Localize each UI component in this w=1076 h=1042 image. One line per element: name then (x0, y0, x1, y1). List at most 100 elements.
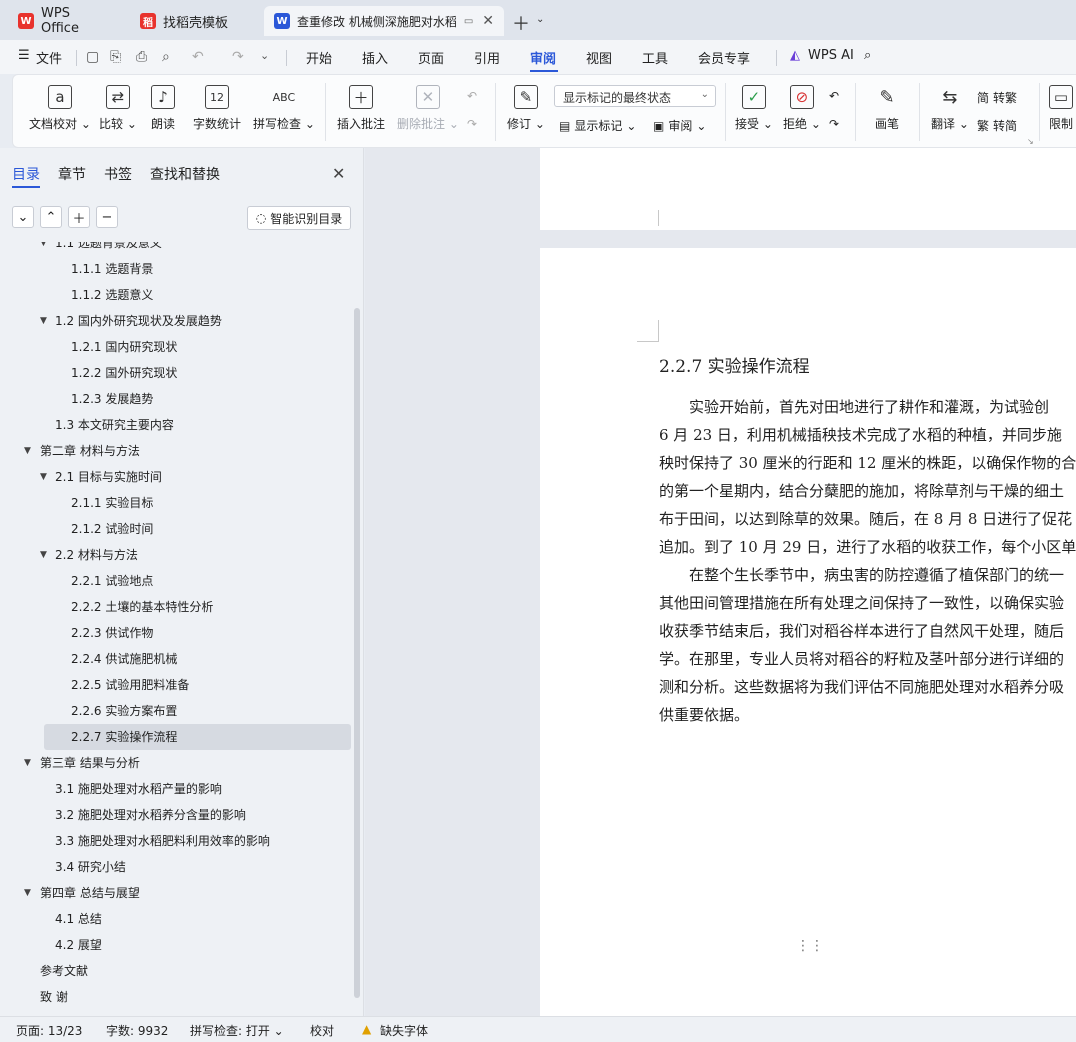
print-preview-icon[interactable]: ⌕ (162, 49, 170, 65)
toc-item[interactable]: ▼ 2.2 材料与方法 (0, 542, 352, 568)
reject-button[interactable]: ⊘ 拒绝 ⌄ (783, 85, 821, 132)
search-icon[interactable]: ⌕ (864, 48, 871, 63)
export-icon[interactable]: ⎘ (110, 49, 121, 65)
menu-member[interactable]: 会员专享 (698, 48, 750, 67)
page-indicator[interactable]: 页面: 13/23 (16, 1022, 82, 1039)
toc-item[interactable]: 4.1 总结 (0, 906, 352, 932)
menu-references[interactable]: 引用 (474, 48, 500, 67)
nav-tab-toc[interactable]: 目录 (12, 164, 40, 184)
expand-triangle-icon[interactable]: ▼ (24, 750, 31, 776)
collapse-down-button[interactable]: ⌄ (12, 206, 34, 228)
markup-state-select[interactable]: 显示标记的最终状态 ⌄ (554, 85, 716, 107)
restrict-button[interactable]: ▭ 限制 (1049, 85, 1073, 132)
delete-comment-button[interactable]: ✕ 删除批注 ⌄ (397, 85, 459, 132)
prev-change-icon[interactable]: ↶ (829, 89, 839, 103)
toc-item[interactable]: 2.2.3 供试作物 (0, 620, 352, 646)
insert-comment-button[interactable]: ＋ 插入批注 (337, 85, 385, 132)
save-icon[interactable]: ▢ (86, 49, 99, 65)
toc-item[interactable]: 2.1.2 试验时间 (0, 516, 352, 542)
toc-item[interactable]: 4.2 展望 (0, 932, 352, 958)
read-aloud-button[interactable]: ♪ 朗读 (151, 85, 175, 132)
toc-item[interactable]: 致 谢 (0, 984, 352, 1010)
next-change-icon[interactable]: ↷ (829, 117, 839, 131)
toc-item[interactable]: 3.2 施肥处理对水稻养分含量的影响 (0, 802, 352, 828)
pen-button[interactable]: ✎ 画笔 (875, 85, 899, 132)
toc-item[interactable]: 2.2.1 试验地点 (0, 568, 352, 594)
toc-item[interactable]: 1.2.2 国外研究现状 (0, 360, 352, 386)
menu-review[interactable]: 审阅 (530, 48, 556, 67)
review-pane-button[interactable]: ▣ 审阅 ⌄ (653, 117, 706, 134)
expand-triangle-icon[interactable]: ▼ (40, 542, 47, 568)
expand-triangle-icon[interactable]: ▼ (24, 880, 31, 906)
add-heading-button[interactable]: ＋ (68, 206, 90, 228)
revise-button[interactable]: ✎ 修订 ⌄ (507, 85, 545, 132)
nav-tab-sections[interactable]: 章节 (58, 164, 86, 184)
spell-check-button[interactable]: ABC 拼写检查 ⌄ (253, 85, 315, 132)
prev-comment-icon[interactable]: ↶ (467, 89, 477, 103)
toc-item[interactable]: ▼ 第四章 总结与展望 (0, 880, 352, 906)
word-count-button[interactable]: 12 字数统计 (193, 85, 241, 132)
spell-check-status[interactable]: 拼写检查: 打开 ⌄ (190, 1022, 284, 1039)
toc-item[interactable]: 1.2.1 国内研究现状 (0, 334, 352, 360)
toc-item[interactable]: 1.2.3 发展趋势 (0, 386, 352, 412)
print-icon[interactable]: ⎙ (136, 49, 147, 65)
toc-item[interactable]: 1.1.1 选题背景 (0, 256, 352, 282)
toc-item[interactable]: 3.1 施肥处理对水稻产量的影响 (0, 776, 352, 802)
menu-view[interactable]: 视图 (586, 48, 612, 67)
menu-page[interactable]: 页面 (418, 48, 444, 67)
doc-check-button[interactable]: a 文档校对 ⌄ (29, 85, 91, 132)
smart-toc-button[interactable]: ◌ 智能识别目录 (247, 206, 351, 230)
new-tab-plus-icon[interactable]: ＋ (512, 10, 530, 36)
nav-tab-bookmarks[interactable]: 书签 (104, 164, 132, 184)
redo-icon[interactable]: ↷ (232, 49, 244, 65)
toc-item[interactable]: 参考文献 (0, 958, 352, 984)
toc-item[interactable]: ▼ 1.1 选题背景及意义 (0, 242, 352, 256)
menu-tools[interactable]: 工具 (642, 48, 668, 67)
toc-scrollbar[interactable] (354, 308, 360, 998)
compare-button[interactable]: ⇄ 比较 ⌄ (99, 85, 137, 132)
ribbon-expand-icon[interactable]: ↘ (1027, 137, 1034, 146)
show-markup-button[interactable]: ▤ 显示标记 ⌄ (559, 117, 636, 134)
tab-current-document[interactable]: W 查重修改 机械侧深施肥对水稻 ▭ ✕ (264, 6, 504, 36)
collapse-up-button[interactable]: ⌃ (40, 206, 62, 228)
toc-item[interactable]: 3.4 研究小结 (0, 854, 352, 880)
toc-item[interactable]: 2.2.6 实验方案布置 (0, 698, 352, 724)
toc-item[interactable]: 1.1.2 选题意义 (0, 282, 352, 308)
translate-button[interactable]: ⇆ 翻译 ⌄ (931, 85, 969, 132)
drag-handle-icon[interactable]: ⋮⋮ (796, 938, 824, 954)
expand-triangle-icon[interactable]: ▼ (24, 438, 31, 464)
missing-font-status[interactable]: 缺失字体 (380, 1022, 428, 1039)
menu-insert[interactable]: 插入 (362, 48, 388, 67)
hamburger-icon[interactable]: ☰ (18, 48, 30, 63)
document-area[interactable]: 8 2.2.7 实验操作流程 实验开始前，首先对田地进行了耕作和灌溉，为试验创 6… (365, 148, 1076, 1016)
toc-item[interactable]: 1.3 本文研究主要内容 (0, 412, 352, 438)
tab-wps-office[interactable]: W WPS Office (8, 6, 122, 36)
toc-item[interactable]: ▼ 第三章 结果与分析 (0, 750, 352, 776)
expand-triangle-icon[interactable]: ▼ (40, 308, 47, 334)
toc-item[interactable]: 2.1.1 实验目标 (0, 490, 352, 516)
nav-tab-find-replace[interactable]: 查找和替换 (150, 164, 220, 184)
toc-item[interactable]: 2.2.2 土壤的基本特性分析 (0, 594, 352, 620)
chevron-down-icon[interactable]: ⌄ (260, 49, 269, 62)
next-comment-icon[interactable]: ↷ (467, 117, 477, 131)
close-tab-icon[interactable]: ✕ (482, 13, 494, 29)
expand-triangle-icon[interactable]: ▼ (40, 464, 47, 490)
toc-item[interactable]: ▼ 1.2 国内外研究现状及发展趋势 (0, 308, 352, 334)
expand-triangle-icon[interactable]: ▼ (40, 242, 47, 256)
toc-item[interactable]: 3.3 施肥处理对水稻肥料利用效率的影响 (0, 828, 352, 854)
tab-docer-templates[interactable]: 稻 找稻壳模板 (130, 6, 258, 36)
menu-file[interactable]: 文件 (36, 48, 62, 67)
accept-button[interactable]: ✓ 接受 ⌄ (735, 85, 773, 132)
close-pane-icon[interactable]: ✕ (332, 164, 345, 183)
toc-item[interactable]: ▼ 第二章 材料与方法 (0, 438, 352, 464)
remove-heading-button[interactable]: − (96, 206, 118, 228)
menu-wps-ai[interactable]: WPS AI (808, 48, 854, 63)
toc-item[interactable]: 2.2.5 试验用肥料准备 (0, 672, 352, 698)
toc-item[interactable]: ▼ 2.1 目标与实施时间 (0, 464, 352, 490)
undo-icon[interactable]: ↶ (192, 49, 204, 65)
to-simplified-button[interactable]: 繁 转简 (977, 117, 1017, 134)
to-traditional-button[interactable]: 简 转繁 (977, 89, 1017, 106)
toc-item[interactable]: 2.2.4 供试施肥机械 (0, 646, 352, 672)
toc-item[interactable]: 2.2.7 实验操作流程 (44, 724, 351, 750)
word-count-indicator[interactable]: 字数: 9932 (106, 1022, 168, 1039)
